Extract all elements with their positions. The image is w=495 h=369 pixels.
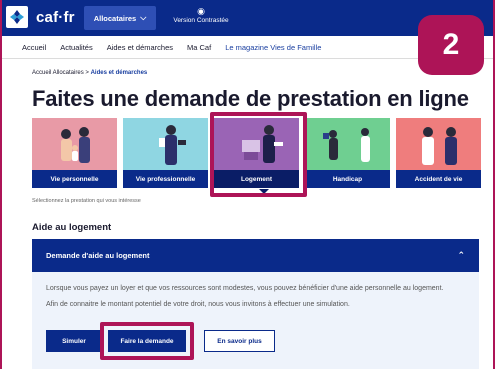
- eye-icon: ◉: [197, 6, 205, 16]
- handicap-illustration-icon: [305, 118, 390, 170]
- learn-more-button[interactable]: En savoir plus: [204, 330, 275, 352]
- tile-label: Vie personnelle: [32, 170, 117, 188]
- chevron-down-icon: ⌵: [140, 13, 147, 22]
- worker-illustration-icon: [123, 118, 208, 170]
- chevron-up-icon[interactable]: ⌃: [457, 250, 465, 261]
- tile-vie-personnelle[interactable]: Vie personnelle: [32, 118, 117, 188]
- accordion-paragraph-1: Lorsque vous payez un loyer et que vos r…: [46, 285, 444, 292]
- tile-handicap[interactable]: Handicap: [305, 118, 390, 188]
- nav-item-accueil[interactable]: Accueil: [22, 43, 46, 52]
- tile-label: Accident de vie: [396, 170, 481, 188]
- nav-item-ma-caf[interactable]: Ma Caf: [187, 43, 211, 52]
- accordion-title: Demande d'aide au logement: [46, 251, 150, 260]
- apply-highlight-box: [100, 322, 194, 360]
- brand-name[interactable]: caf·fr: [36, 9, 75, 26]
- tile-vie-professionnelle[interactable]: Vie professionnelle: [123, 118, 208, 188]
- allocataires-label: Allocataires: [93, 13, 137, 23]
- tile-label: Handicap: [305, 170, 390, 188]
- accordion-paragraph-2: Afin de connaitre le montant potentiel d…: [46, 300, 350, 308]
- tile-label: Vie professionnelle: [123, 170, 208, 188]
- caf-logo-icon[interactable]: [6, 6, 28, 28]
- logement-highlight-box: [210, 112, 307, 197]
- select-hint: Sélectionnez la prestation qui vous inté…: [32, 198, 141, 204]
- step-badge: 2: [418, 15, 484, 75]
- accordion-header[interactable]: Demande d'aide au logement ⌃: [32, 239, 479, 272]
- page-title: Faites une demande de prestation en lign…: [32, 86, 469, 111]
- breadcrumb: Accueil Allocataires > Aides et démarche…: [32, 70, 147, 76]
- simulate-button[interactable]: Simuler: [46, 330, 102, 352]
- section-title: Aide au logement: [32, 222, 112, 233]
- accident-illustration-icon: [396, 118, 481, 170]
- breadcrumb-current: Aides et démarches: [90, 70, 148, 76]
- breadcrumb-root[interactable]: Accueil Allocataires: [32, 70, 84, 76]
- breadcrumb-separator: >: [85, 70, 89, 76]
- allocataires-menu-button[interactable]: Allocataires ⌵: [84, 6, 156, 30]
- family-illustration-icon: [32, 118, 117, 170]
- nav-item-magazine[interactable]: Le magazine Vies de Famille: [225, 43, 321, 52]
- contrast-toggle[interactable]: ◉ Version Contrastée: [168, 6, 234, 30]
- contrast-label: Version Contrastée: [173, 17, 229, 24]
- nav-item-aides[interactable]: Aides et démarches: [107, 43, 173, 52]
- tile-accident-de-vie[interactable]: Accident de vie: [396, 118, 481, 188]
- nav-item-actualites[interactable]: Actualités: [60, 43, 93, 52]
